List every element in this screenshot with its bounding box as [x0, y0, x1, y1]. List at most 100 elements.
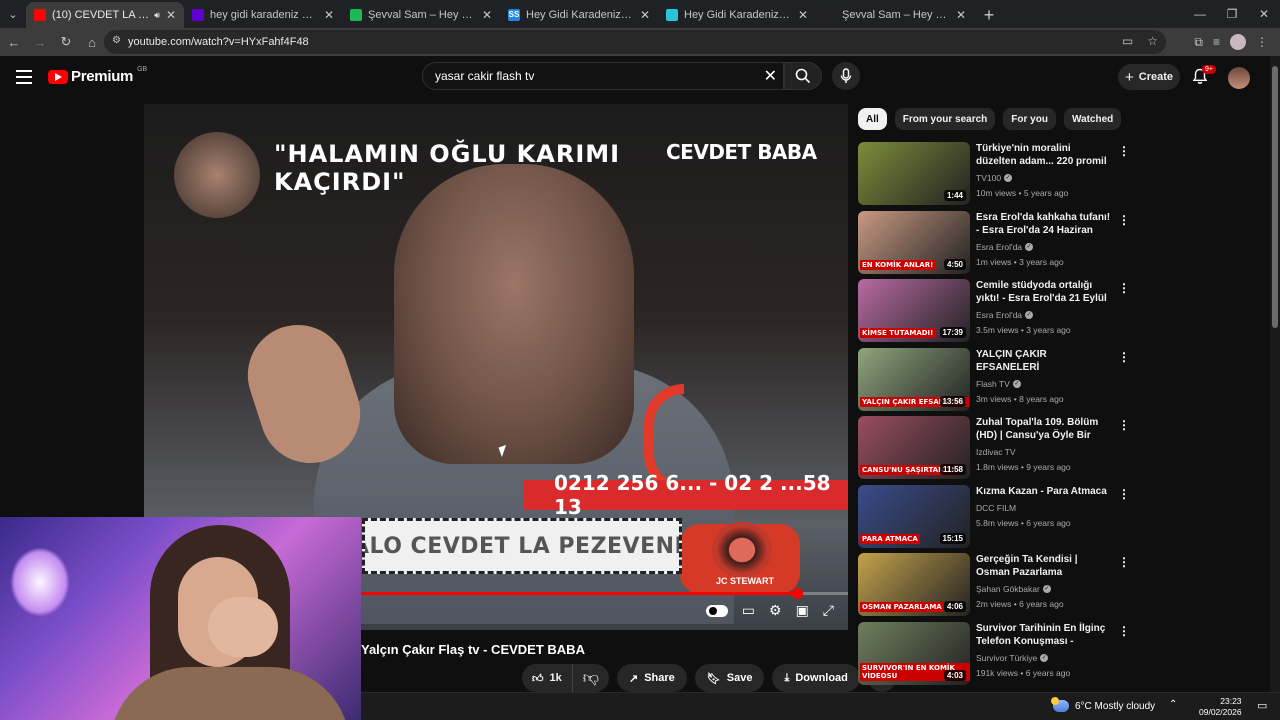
related-video-item[interactable]: KİMSE TUTAMADI! 17:39 Cemile stüdyoda orta…: [858, 279, 1130, 343]
url-bar[interactable]: ⚙ youtube.com/watch?v=HYxFahf4F48 ▭ ☆: [104, 30, 1166, 54]
filter-chip[interactable]: Watched: [1063, 108, 1122, 130]
tab-close-icon[interactable]: ✕: [482, 8, 492, 22]
channel-name[interactable]: Şahan Gökbakar: [976, 584, 1040, 594]
video-thumbnail[interactable]: 1:44: [858, 142, 970, 205]
related-video-title[interactable]: Gerçeğin Ta Kendisi | Osman Pazarlama: [976, 553, 1112, 579]
profile-avatar-icon[interactable]: [1230, 34, 1246, 50]
clear-search-icon[interactable]: ✕: [764, 66, 777, 86]
search-input[interactable]: yasar cakir flash tv ✕: [422, 62, 784, 90]
related-video-title[interactable]: Türkiye'nin moralini düzelten adam... 22…: [976, 142, 1112, 168]
channel-name[interactable]: TV100: [976, 173, 1001, 183]
related-video-item[interactable]: CANSU'NU ŞAŞIRTAN TA 11:58 Zuhal Topal'la …: [858, 416, 1130, 480]
browser-tab[interactable]: Şevval Sam – Hey Gidi Karaden ✕: [342, 2, 500, 28]
create-button[interactable]: + Create: [1118, 64, 1180, 90]
related-video-item[interactable]: OSMAN PAZARLAMA 4:06 Gerçeğin Ta Kendisi |…: [858, 553, 1130, 617]
channel-name[interactable]: Flash TV: [976, 379, 1010, 389]
video-thumbnail[interactable]: KİMSE TUTAMADI! 17:39: [858, 279, 970, 342]
related-video-item[interactable]: PARA ATMACA 15:15 Kızma Kazan - Para Atmac…: [858, 484, 1130, 549]
browser-tab[interactable]: Hey Gidi Karadeniz Sözleri - Ka ✕: [658, 2, 816, 28]
autoplay-toggle[interactable]: [705, 604, 728, 617]
dislike-button[interactable]: 👎︎: [573, 664, 609, 692]
tab-close-icon[interactable]: ✕: [956, 8, 966, 22]
related-video-item[interactable]: SURVIVOR'IN EN KOMİK VİDEOSU 4:03 Survivor…: [858, 621, 1130, 686]
back-icon[interactable]: ←: [2, 30, 26, 54]
related-video-title[interactable]: Esra Erol'da kahkaha tufanı! - Esra Erol…: [976, 211, 1112, 237]
tray-chevron-icon[interactable]: ⌃: [1169, 699, 1177, 710]
tab-close-icon[interactable]: ✕: [640, 8, 650, 22]
tab-close-icon[interactable]: ✕: [166, 8, 176, 22]
video-thumbnail[interactable]: YALÇIN ÇAKIR EFSANELERİ 13:56: [858, 347, 970, 411]
taskbar-clock[interactable]: 23:23 09/02/2026: [1199, 696, 1242, 718]
scrollbar-thumb[interactable]: [1272, 66, 1278, 328]
related-video-item[interactable]: YALÇIN ÇAKIR EFSANELERİ 13:56 YALÇIN ÇAKIR…: [858, 347, 1130, 412]
related-video-title[interactable]: Survivor Tarihinin En İlginç Telefon Kon…: [976, 622, 1112, 648]
search-button[interactable]: [784, 62, 822, 90]
voice-search-button[interactable]: [832, 62, 860, 90]
logo-text: Premium: [71, 68, 134, 85]
browser-menu-icon[interactable]: ⋮: [1256, 35, 1268, 49]
site-info-icon[interactable]: ⚙: [112, 35, 121, 46]
video-thumbnail[interactable]: SURVIVOR'IN EN KOMİK VİDEOSU 4:03: [858, 621, 970, 685]
forward-icon[interactable]: →: [28, 30, 52, 54]
new-tab-button[interactable]: +: [974, 2, 1004, 28]
close-window-icon[interactable]: ✕: [1248, 0, 1280, 28]
save-button[interactable]: 🔖︎ Save: [694, 664, 765, 692]
channel-name[interactable]: DCC FILM: [976, 503, 1016, 513]
subtitles-icon[interactable]: ▭: [742, 602, 755, 619]
channel-name[interactable]: Esra Erol'da: [976, 310, 1022, 320]
related-video-title[interactable]: YALÇIN ÇAKIR EFSANELERİ: [976, 348, 1112, 374]
video-thumbnail[interactable]: OSMAN PAZARLAMA 4:06: [858, 553, 970, 616]
browser-tab[interactable]: Şevval Sam – Hey Gidi Karaden ✕: [816, 2, 974, 28]
more-options-icon[interactable]: ⋮: [1118, 144, 1130, 158]
channel-name[interactable]: Izdivac TV: [976, 447, 1016, 457]
notification-center-icon[interactable]: ▭: [1257, 699, 1267, 712]
video-thumbnail[interactable]: PARA ATMACA 15:15: [858, 484, 970, 548]
related-video-title[interactable]: Zuhal Topal'la 109. Bölüm (HD) | Cansu'y…: [976, 416, 1112, 442]
like-button[interactable]: 👍︎ 1k: [522, 664, 573, 692]
bookmark-star-icon[interactable]: ☆: [1147, 34, 1158, 48]
more-options-icon[interactable]: ⋮: [1118, 624, 1130, 638]
more-options-icon[interactable]: ⋮: [1118, 350, 1130, 364]
weather-widget[interactable]: 6°C Mostly cloudy: [1051, 697, 1155, 712]
more-options-icon[interactable]: ⋮: [1118, 213, 1130, 227]
download-button[interactable]: ⤓ Download: [772, 664, 860, 692]
share-button[interactable]: ↗ Share: [617, 664, 687, 692]
video-thumbnail[interactable]: CANSU'NU ŞAŞIRTAN TA 11:58: [858, 416, 970, 479]
restore-icon[interactable]: ❐: [1216, 0, 1248, 28]
theater-mode-icon[interactable]: ▣: [796, 602, 809, 619]
youtube-logo[interactable]: Premium GB: [48, 66, 147, 85]
reading-list-icon[interactable]: ≡: [1213, 35, 1220, 49]
video-thumbnail[interactable]: EN KOMİK ANLAR! 4:50: [858, 210, 970, 274]
menu-icon[interactable]: [16, 70, 32, 84]
account-avatar[interactable]: [1228, 67, 1250, 89]
install-app-icon[interactable]: ▭: [1122, 34, 1133, 48]
browser-tab[interactable]: (10) CEVDET LA ŞEREFSİZ P 🔊︎ ✕: [26, 2, 184, 28]
page-scrollbar[interactable]: [1270, 56, 1280, 692]
tab-close-icon[interactable]: ✕: [798, 8, 808, 22]
reload-icon[interactable]: ↻: [54, 30, 78, 54]
home-icon[interactable]: ⌂: [80, 30, 104, 54]
more-options-icon[interactable]: ⋮: [1118, 418, 1130, 432]
more-options-icon[interactable]: ⋮: [1118, 281, 1130, 295]
fullscreen-icon[interactable]: ⤢: [823, 602, 834, 619]
more-options-icon[interactable]: ⋮: [1118, 555, 1130, 569]
tab-search-icon[interactable]: ⌄: [0, 0, 26, 28]
channel-name[interactable]: Survivor Türkiye: [976, 653, 1037, 663]
filter-chip[interactable]: From your search: [894, 108, 996, 130]
tab-audio-icon[interactable]: 🔊︎: [154, 10, 160, 21]
channel-name[interactable]: Esra Erol'da: [976, 242, 1022, 252]
extensions-icon[interactable]: ⧉: [1194, 35, 1203, 50]
related-video-item[interactable]: EN KOMİK ANLAR! 4:50 Esra Erol'da kahkaha …: [858, 210, 1130, 275]
related-video-title[interactable]: Kızma Kazan - Para Atmaca: [976, 485, 1112, 498]
settings-gear-icon[interactable]: ⚙: [769, 602, 782, 619]
tab-close-icon[interactable]: ✕: [324, 8, 334, 22]
browser-tab[interactable]: SS Hey Gidi Karadeniz Sözleri - Şe ✕: [500, 2, 658, 28]
related-video-item[interactable]: 1:44 Türkiye'nin moralini düzelten adam..…: [858, 142, 1130, 206]
filter-chip[interactable]: All: [858, 108, 887, 130]
browser-tab[interactable]: hey gidi karadeniz sozleri] - Ya ✕: [184, 2, 342, 28]
music-icon: [824, 9, 836, 21]
minimize-icon[interactable]: —: [1184, 0, 1216, 28]
filter-chip[interactable]: For you: [1003, 108, 1056, 130]
related-video-title[interactable]: Cemile stüdyoda ortalığı yıktı! - Esra E…: [976, 279, 1112, 305]
more-options-icon[interactable]: ⋮: [1118, 487, 1130, 501]
